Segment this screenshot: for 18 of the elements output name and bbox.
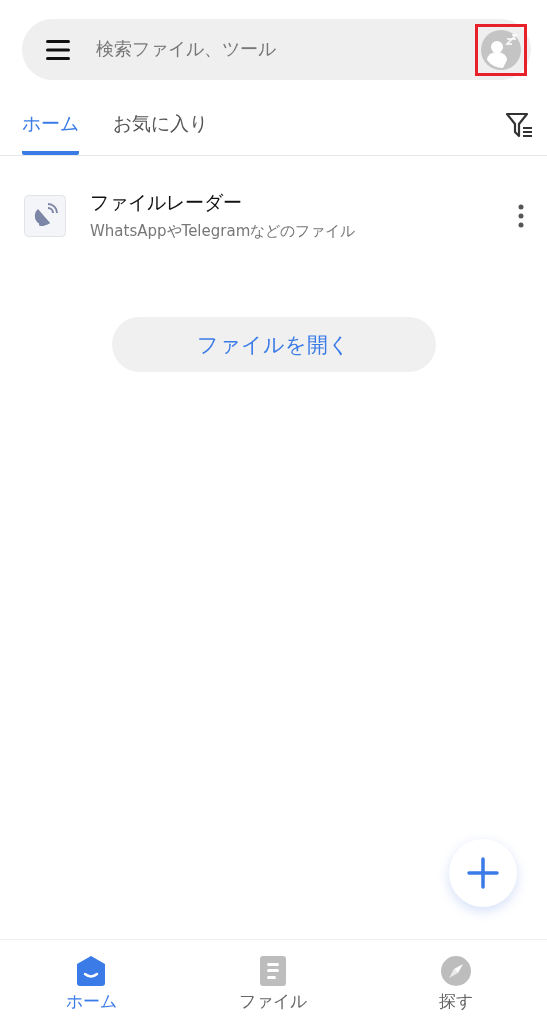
open-file-button[interactable]: ファイルを開く [111,317,436,372]
item-subtitle: WhatsAppやTelegramなどのファイル [90,222,357,241]
compass-icon [440,956,471,986]
home-icon [77,956,106,986]
add-button[interactable] [449,839,517,907]
document-icon [260,956,287,986]
satellite-dish-icon[interactable] [24,194,66,237]
tab[interactable]: ホーム [22,111,79,155]
filter-icon[interactable] [505,111,533,139]
menu-icon[interactable] [46,38,70,61]
nav-item[interactable]: 探す [364,940,547,1024]
item-title: ファイルレーダー [90,190,243,215]
search-bar[interactable]: 検索ファイル、ツール [22,19,531,80]
nav-item[interactable]: ホーム [0,940,183,1024]
tab[interactable]: お気に入り [113,111,208,155]
plus-icon [467,857,499,889]
nav-item[interactable]: ファイル [182,940,365,1024]
search-field[interactable]: 検索ファイル、ツール [94,38,475,61]
